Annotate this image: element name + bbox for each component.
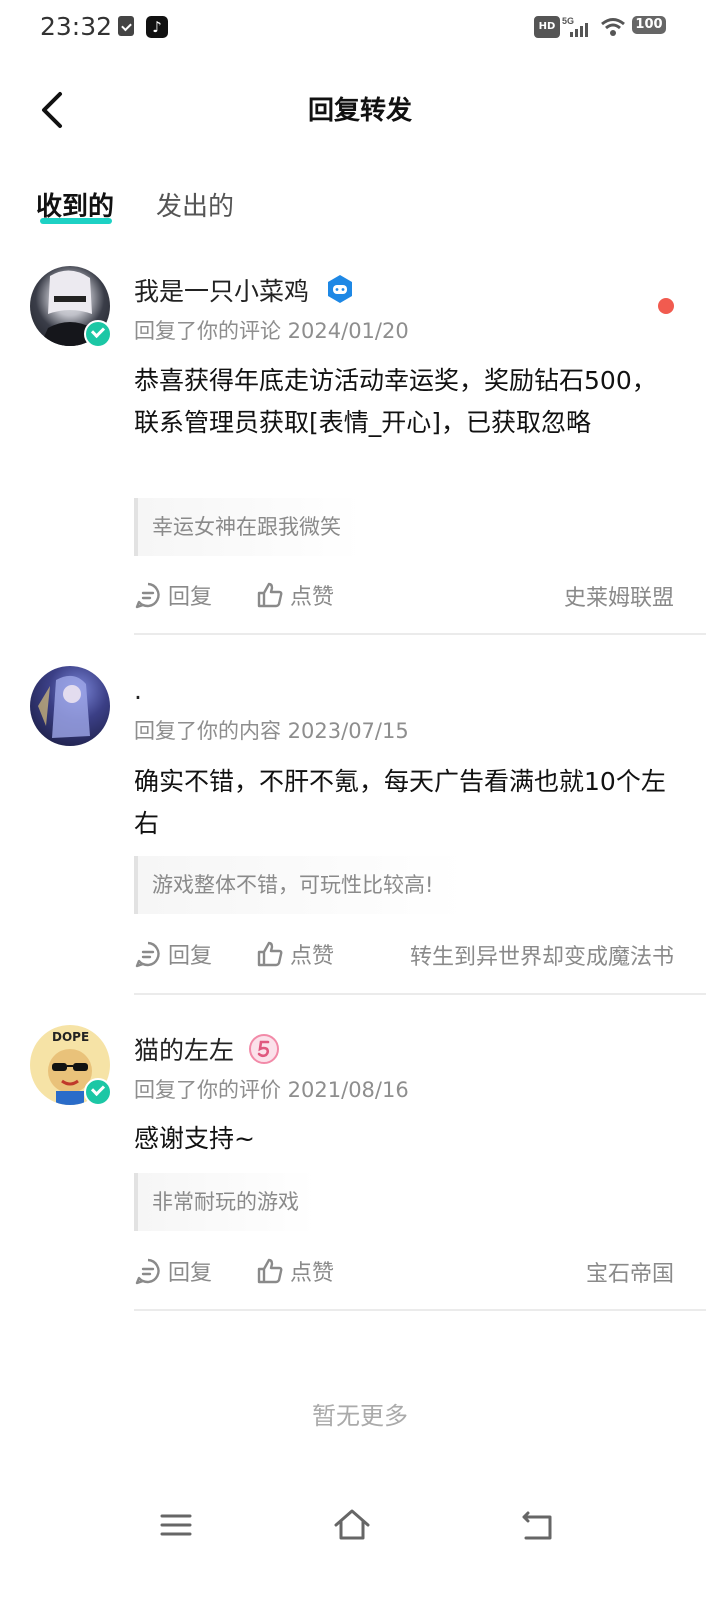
reply-button[interactable]: 回复 [134, 579, 212, 611]
svg-text:DOPE: DOPE [52, 1030, 89, 1044]
username-text: 我是一只小菜鸡 [134, 277, 310, 306]
reply-label: 回复 [168, 944, 213, 969]
active-tab-indicator [40, 218, 112, 224]
level-badge-icon [248, 1034, 279, 1064]
back-nav-button[interactable] [518, 1505, 558, 1545]
divider [134, 993, 706, 995]
like-label: 点赞 [290, 585, 335, 610]
like-button[interactable]: 点赞 [256, 1255, 334, 1287]
home-button[interactable] [332, 1505, 372, 1545]
thumbs-up-icon [257, 941, 283, 967]
avatar-image [38, 675, 90, 738]
reply-label: 回复 [168, 1261, 213, 1286]
reply-button[interactable]: 回复 [134, 938, 212, 970]
comment-icon [135, 941, 160, 968]
like-label: 点赞 [290, 1261, 335, 1286]
verified-badge-icon [84, 320, 112, 348]
comment-icon [135, 1258, 160, 1285]
tiktok-icon: ♪ [146, 16, 168, 38]
no-more-label: 暂无更多 [312, 1402, 408, 1430]
reply-label: 回复 [168, 585, 213, 610]
comment-icon [135, 582, 160, 609]
like-button[interactable]: 点赞 [256, 938, 334, 970]
menu-button[interactable] [156, 1505, 196, 1545]
reply-meta: 回复了你的内容 2023/07/15 [134, 719, 409, 743]
thumbs-up-icon [257, 582, 283, 608]
reply-content: 感谢支持~ [134, 1124, 255, 1153]
tab-sent[interactable]: 发出的 [156, 186, 234, 223]
network-type-label: 5G [562, 16, 574, 26]
hd-icon: HD [534, 16, 560, 38]
cellular-signal-icon: 5G [562, 16, 592, 38]
username[interactable]: 猫的左左 [134, 1031, 280, 1067]
page-title: 回复转发 [307, 96, 412, 126]
source-game-link[interactable]: 宝石帝国 [586, 1256, 674, 1288]
unread-dot [658, 298, 674, 314]
reply-button[interactable]: 回复 [134, 1255, 212, 1287]
username[interactable]: . [134, 676, 142, 705]
username-text: 猫的左左 [134, 1036, 235, 1065]
like-label: 点赞 [290, 944, 335, 969]
username[interactable]: 我是一只小菜鸡 [134, 272, 355, 308]
quoted-comment[interactable]: 幸运女神在跟我微笑 [134, 498, 362, 556]
reply-content: 恭喜获得年底走访活动幸运奖，奖励钻石500，联系管理员获取[表情_开心]，已获取… [134, 366, 657, 437]
battery-icon: 100 [632, 16, 666, 34]
status-bar: 23:32 ♪ HD 5G 100 [0, 0, 720, 56]
back-arrow-icon [522, 1511, 552, 1540]
quoted-comment[interactable]: 非常耐玩的游戏 [134, 1173, 316, 1231]
reply-meta: 回复了你的评论 2024/01/20 [134, 319, 409, 343]
gamepad-badge-icon [327, 275, 352, 303]
verified-badge-icon [84, 1078, 112, 1106]
divider [134, 1309, 706, 1311]
source-game-link[interactable]: 史莱姆联盟 [564, 580, 674, 612]
source-game-link[interactable]: 转生到异世界却变成魔法书 [410, 939, 674, 971]
menu-icon [160, 1514, 192, 1536]
status-time: 23:32 [40, 12, 113, 41]
thumbs-up-icon [257, 1258, 283, 1284]
divider [134, 633, 706, 635]
avatar[interactable] [30, 666, 110, 746]
wifi-icon [600, 16, 626, 38]
reply-content: 确实不错，不肝不氪，每天广告看满也就10个左右 [134, 767, 666, 838]
quoted-comment[interactable]: 游戏整体不错，可玩性比较高! [134, 856, 466, 914]
clipboard-icon [118, 16, 134, 36]
reply-meta: 回复了你的评价 2021/08/16 [134, 1078, 409, 1102]
home-icon [334, 1509, 370, 1540]
like-button[interactable]: 点赞 [256, 579, 334, 611]
